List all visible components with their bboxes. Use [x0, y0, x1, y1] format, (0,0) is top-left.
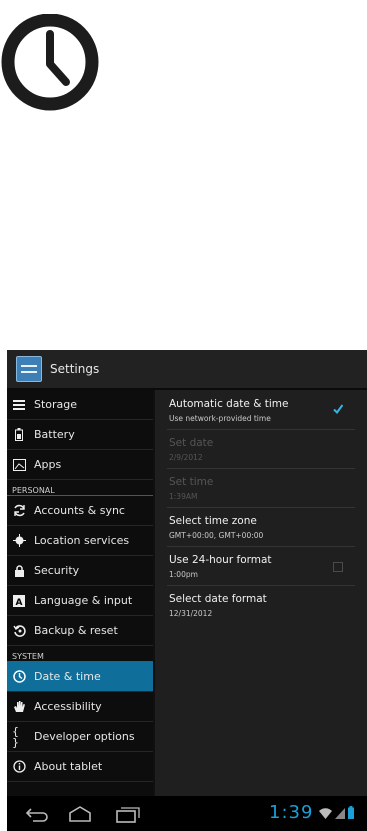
pref-select-date-format[interactable]: Select date format 12/31/2012 — [167, 585, 355, 624]
braces-icon: { } — [12, 724, 19, 749]
tablet-screen: Settings Storage Battery Apps PERSONAL A… — [7, 350, 367, 831]
pref-title: Set time — [169, 476, 214, 488]
sidebar-item-label: Accessibility — [34, 700, 102, 713]
backup-icon — [12, 624, 26, 638]
sidebar-item-date-time[interactable]: Date & time — [7, 662, 153, 692]
storage-icon — [12, 398, 26, 412]
pref-title: Set date — [169, 437, 214, 449]
pref-title: Select date format — [169, 593, 267, 605]
date-time-settings-panel: Automatic date & time Use network-provid… — [155, 390, 367, 796]
pref-summary: Use network-provided time — [169, 414, 271, 423]
sidebar-item-storage[interactable]: Storage — [7, 390, 153, 420]
sidebar-item-language-input[interactable]: A Language & input — [7, 586, 153, 616]
sidebar-item-label: Backup & reset — [34, 624, 118, 637]
sidebar-item-apps[interactable]: Apps — [7, 450, 153, 480]
sidebar-item-label: Date & time — [34, 670, 101, 683]
clock-icon — [12, 670, 26, 684]
clock-logo-icon — [1, 14, 99, 111]
sidebar-item-label: About tablet — [34, 760, 103, 773]
pref-automatic-date-time[interactable]: Automatic date & time Use network-provid… — [167, 390, 355, 430]
pref-set-time: Set time 1:39AM — [167, 468, 355, 508]
pref-set-date: Set date 2/9/2012 — [167, 429, 355, 469]
apps-icon — [12, 458, 26, 472]
lock-icon — [12, 564, 26, 578]
sidebar-item-accounts-sync[interactable]: Accounts & sync — [7, 496, 153, 526]
section-header-system: SYSTEM — [7, 646, 153, 662]
sidebar-item-label: Location services — [34, 534, 130, 547]
pref-select-time-zone[interactable]: Select time zone GMT+00:00, GMT+00:00 — [167, 507, 355, 547]
action-bar: Settings — [7, 350, 367, 390]
sync-icon — [12, 504, 26, 518]
location-icon — [12, 534, 26, 548]
sidebar-item-backup-reset[interactable]: Backup & reset — [7, 616, 153, 646]
sidebar-item-label: Security — [34, 564, 80, 577]
settings-sidebar: Storage Battery Apps PERSONAL Accounts &… — [7, 390, 153, 796]
pref-title: Use 24-hour format — [169, 554, 272, 566]
pref-summary: GMT+00:00, GMT+00:00 — [169, 531, 264, 540]
pref-summary: 1:39AM — [169, 492, 198, 501]
back-icon[interactable] — [25, 805, 51, 823]
pref-summary: 2/9/2012 — [169, 453, 203, 462]
wifi-icon — [319, 808, 332, 819]
sidebar-item-label: Accounts & sync — [34, 504, 125, 517]
recent-apps-icon[interactable] — [115, 805, 141, 823]
system-nav-bar: 1:39 — [7, 796, 367, 831]
checkbox-checked-icon[interactable] — [333, 404, 343, 414]
section-header-personal: PERSONAL — [7, 480, 153, 496]
pref-summary: 1:00pm — [169, 570, 198, 579]
pref-title: Automatic date & time — [169, 398, 289, 410]
page-title: Settings — [50, 362, 100, 376]
sidebar-item-accessibility[interactable]: Accessibility — [7, 692, 153, 722]
sidebar-item-label: Apps — [34, 458, 62, 471]
sidebar-item-security[interactable]: Security — [7, 556, 153, 586]
home-icon[interactable] — [67, 805, 93, 823]
sidebar-item-location-services[interactable]: Location services — [7, 526, 153, 556]
battery-icon — [12, 428, 26, 442]
battery-status-icon — [348, 806, 354, 819]
pref-summary: 12/31/2012 — [169, 609, 213, 618]
checkbox-unchecked[interactable] — [333, 562, 343, 572]
sidebar-item-about-tablet[interactable]: About tablet — [7, 752, 153, 782]
sidebar-item-developer-options[interactable]: { } Developer options — [7, 722, 153, 752]
sidebar-item-label: Language & input — [34, 594, 133, 607]
settings-app-icon[interactable] — [16, 356, 42, 382]
sidebar-item-label: Storage — [34, 398, 78, 411]
sidebar-item-label: Developer options — [34, 730, 135, 743]
language-icon: A — [12, 594, 26, 608]
signal-icon — [335, 808, 345, 819]
pref-use-24-hour-format[interactable]: Use 24-hour format 1:00pm — [167, 546, 355, 586]
sidebar-item-battery[interactable]: Battery — [7, 420, 153, 450]
status-clock[interactable]: 1:39 — [269, 802, 313, 823]
hand-icon — [12, 700, 26, 714]
svg-text:A: A — [16, 598, 23, 607]
sidebar-item-label: Battery — [34, 428, 75, 441]
info-icon — [12, 760, 26, 774]
pref-title: Select time zone — [169, 515, 257, 527]
